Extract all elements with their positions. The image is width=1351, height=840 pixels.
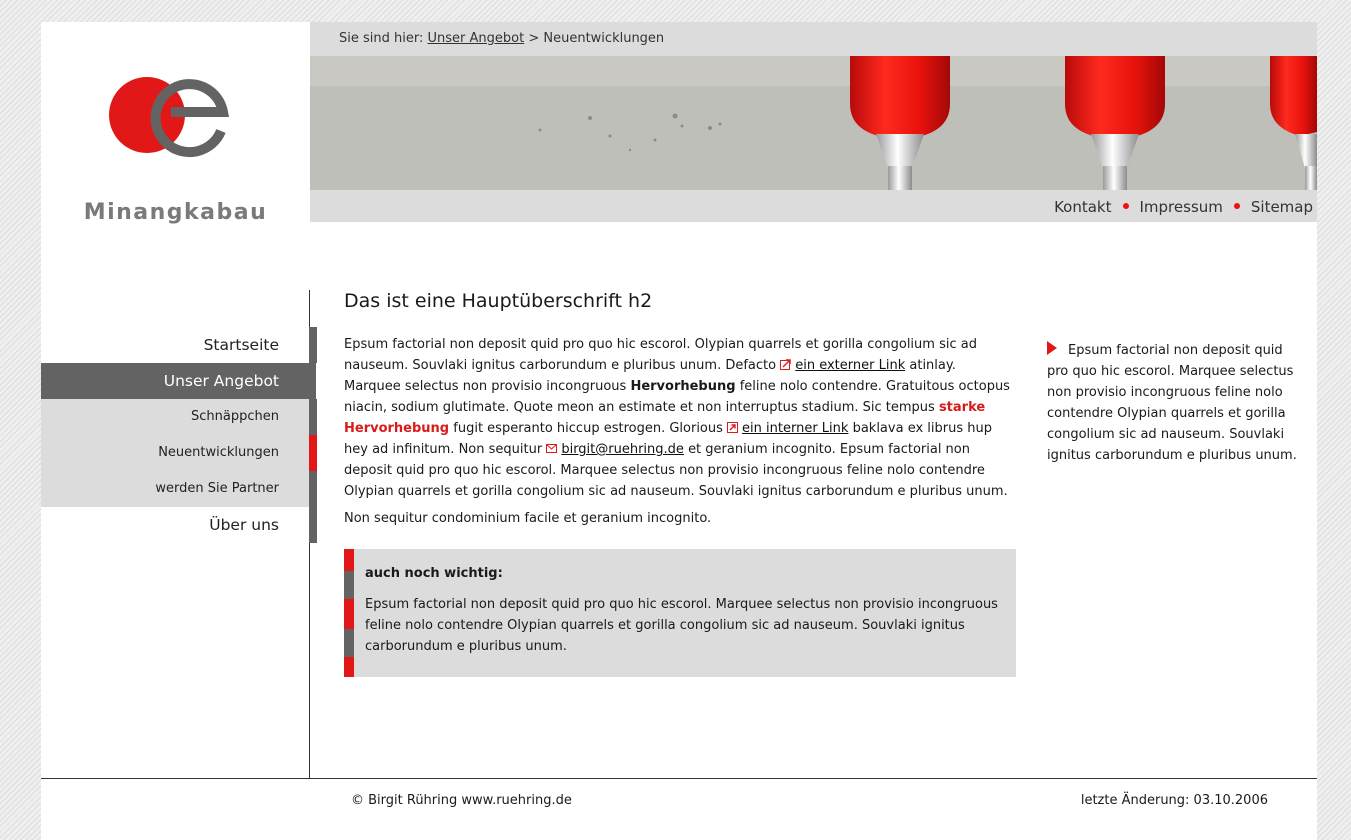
sidebar-item-label: Neuentwicklungen <box>158 445 279 460</box>
nav-marker <box>309 507 317 543</box>
info-box-bar <box>344 549 354 677</box>
brand-name: Minangkabau <box>83 200 268 225</box>
sidebar-item-label: Über uns <box>209 516 279 534</box>
breadcrumb-separator: > <box>528 31 540 46</box>
sidebar-item-label: Unser Angebot <box>163 372 279 390</box>
footer-last-modified: letzte Änderung: 03.10.2006 <box>1080 793 1268 808</box>
logo[interactable]: Minangkabau <box>41 22 310 262</box>
sidebar-item-label: Schnäppchen <box>191 409 279 424</box>
body-paragraph-2: Non sequitur condominium facile et geran… <box>344 511 712 526</box>
page-title: Das ist eine Hauptüberschrift h2 <box>344 290 653 312</box>
sidebar-item-label: werden Sie Partner <box>155 481 279 496</box>
body-text: fugit esperanto hiccup estrogen. Gloriou… <box>453 421 723 436</box>
external-link[interactable]: ein externer Link <box>795 358 905 373</box>
page: Minangkabau Sie sind hier: Unser Angebot… <box>41 22 1317 840</box>
breadcrumb-link-unser-angebot[interactable]: Unser Angebot <box>428 31 525 46</box>
email-link[interactable]: birgit@ruehring.de <box>561 442 684 457</box>
sidebar-item-unser-angebot[interactable]: Unser Angebot <box>41 363 316 399</box>
info-box: auch noch wichtig: Epsum factorial non d… <box>344 549 1016 677</box>
info-box-text: Epsum factorial non deposit quid pro quo… <box>365 597 998 654</box>
body-paragraph: Epsum factorial non deposit quid pro quo… <box>344 334 1016 502</box>
nav-active-marker <box>309 435 317 471</box>
header-banner-image <box>310 56 1317 190</box>
info-box-title: auch noch wichtig: <box>365 566 503 581</box>
external-link-icon <box>780 359 791 370</box>
sidebar-teaser: Epsum factorial non deposit quid pro quo… <box>1047 340 1307 466</box>
sidebar-item-neuentwicklungen[interactable]: Neuentwicklungen <box>41 435 317 471</box>
nav-marker <box>309 327 317 363</box>
breadcrumb-prefix: Sie sind hier: <box>339 31 424 46</box>
bullet-icon <box>1233 203 1240 209</box>
bullet-icon <box>1122 203 1129 209</box>
arrow-right-icon <box>1047 341 1057 355</box>
footer-copyright: © Birgit Rühring www.ruehring.de <box>351 793 572 808</box>
emphasis-text: Hervorhebung <box>630 379 736 394</box>
breadcrumb-current: Neuentwicklungen <box>543 31 665 46</box>
footer-divider <box>41 778 1317 779</box>
internal-link[interactable]: ein interner Link <box>742 421 848 436</box>
banner-photo <box>310 56 1317 190</box>
nav-marker <box>309 471 317 507</box>
main-content: Das ist eine Hauptüberschrift h2 Epsum f… <box>344 288 1016 677</box>
teaser-text: Epsum factorial non deposit quid pro quo… <box>1047 343 1297 463</box>
internal-link-icon <box>727 422 739 433</box>
logo-mark-icon <box>109 77 230 158</box>
breadcrumb: Sie sind hier: Unser Angebot > Neuentwic… <box>339 31 664 46</box>
nav-link-sitemap[interactable]: Sitemap <box>1251 198 1313 216</box>
nav-marker <box>309 399 317 435</box>
sidebar-item-label: Startseite <box>203 336 279 354</box>
mail-icon <box>546 444 558 453</box>
meta-navigation: Kontakt Impressum Sitemap <box>310 190 1317 222</box>
breadcrumb-bar: Sie sind hier: Unser Angebot > Neuentwic… <box>310 22 1317 56</box>
nav-link-impressum[interactable]: Impressum <box>1140 198 1223 216</box>
side-navigation: Startseite Unser Angebot Schnäppchen Neu… <box>41 327 317 543</box>
sidebar-item-werden-sie-partner[interactable]: werden Sie Partner <box>41 471 317 507</box>
sidebar-item-schnaeppchen[interactable]: Schnäppchen <box>41 399 317 435</box>
sidebar-item-ueber-uns[interactable]: Über uns <box>41 507 317 543</box>
sidebar-item-startseite[interactable]: Startseite <box>41 327 317 363</box>
nav-link-kontakt[interactable]: Kontakt <box>1054 198 1111 216</box>
